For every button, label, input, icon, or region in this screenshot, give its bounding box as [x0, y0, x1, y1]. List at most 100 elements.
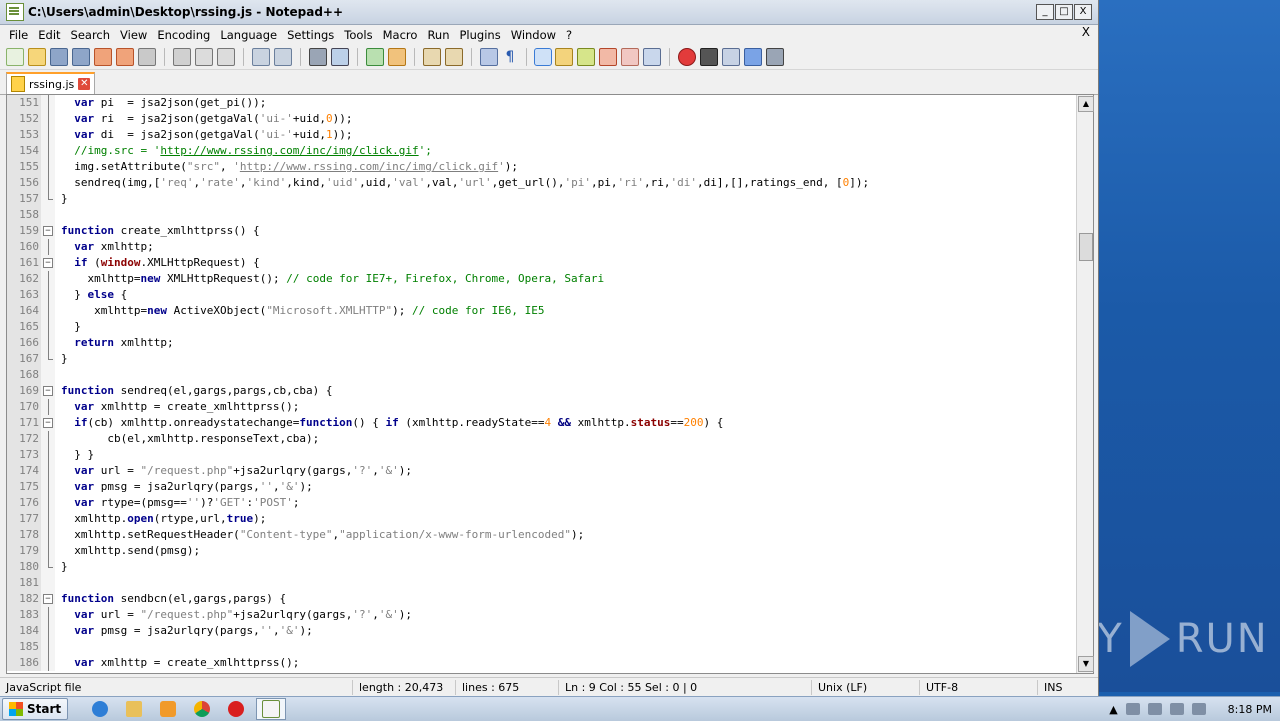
code-line[interactable]: 166 return xmlhttp;	[7, 335, 1077, 351]
fold-margin[interactable]: −	[41, 223, 55, 239]
network-icon[interactable]	[1147, 703, 1162, 715]
print-icon[interactable]	[138, 47, 156, 66]
code-text[interactable]: var xmlhttp = create_xmlhttprss();	[55, 399, 299, 415]
code-text[interactable]: img.setAttribute("src", 'http://www.rssi…	[55, 159, 518, 175]
code-line[interactable]: 186 var xmlhttp = create_xmlhttprss();	[7, 655, 1077, 671]
cut-icon[interactable]	[173, 47, 191, 66]
code-line[interactable]: 183 var url = "/request.php"+jsa2urlqry(…	[7, 607, 1077, 623]
vertical-scrollbar[interactable]: ▲ ▼	[1076, 95, 1094, 673]
code-line[interactable]: 179 xmlhttp.send(pmsg);	[7, 543, 1077, 559]
code-text[interactable]: xmlhttp=new ActiveXObject("Microsoft.XML…	[55, 303, 544, 319]
fold-toggle-icon[interactable]: −	[43, 386, 53, 396]
tray-expand-icon[interactable]: ▲	[1109, 703, 1117, 716]
code-text[interactable]: if(cb) xmlhttp.onreadystatechange=functi…	[55, 415, 723, 431]
code-text[interactable]: xmlhttp=new XMLHttpRequest(); // code fo…	[55, 271, 604, 287]
code-text[interactable]: }	[55, 351, 68, 367]
code-line[interactable]: 162 xmlhttp=new XMLHttpRequest(); // cod…	[7, 271, 1077, 287]
code-line[interactable]: 169− function sendreq(el,gargs,pargs,cb,c…	[7, 383, 1077, 399]
code-text[interactable]: var ri = jsa2json(getgaVal('ui-'+uid,0))…	[55, 111, 352, 127]
tray-app-icon[interactable]	[1125, 703, 1140, 715]
redo-icon[interactable]	[274, 47, 292, 66]
code-text[interactable]: var pmsg = jsa2urlqry(pargs,'','&');	[55, 479, 312, 495]
zoom-out-icon[interactable]	[388, 47, 406, 66]
undo-icon[interactable]	[252, 47, 270, 66]
title-bar[interactable]: C:\Users\admin\Desktop\rssing.js - Notep…	[0, 0, 1098, 25]
word-wrap-icon[interactable]	[480, 47, 498, 66]
menu-file[interactable]: File	[4, 28, 33, 42]
close-button[interactable]: X	[1074, 4, 1092, 20]
code-line[interactable]: 181	[7, 575, 1077, 591]
close-document-x[interactable]: X	[1082, 25, 1090, 39]
code-line[interactable]: 171− if(cb) xmlhttp.onreadystatechange=f…	[7, 415, 1077, 431]
close-icon[interactable]	[94, 47, 112, 66]
code-text[interactable]: var url = "/request.php"+jsa2urlqry(garg…	[55, 463, 412, 479]
fold-toggle-icon[interactable]: −	[43, 258, 53, 268]
scroll-up-icon[interactable]: ▲	[1078, 96, 1094, 112]
code-line[interactable]: 177 xmlhttp.open(rtype,url,true);	[7, 511, 1077, 527]
tab-close-icon[interactable]: ✕	[78, 78, 91, 90]
code-line[interactable]: 152 var ri = jsa2json(getgaVal('ui-'+uid…	[7, 111, 1077, 127]
code-text[interactable]: } }	[55, 447, 94, 463]
code-text[interactable]	[55, 367, 61, 383]
close-all-icon[interactable]	[116, 47, 134, 66]
stop-macro-icon[interactable]	[700, 47, 718, 66]
sync-h-icon[interactable]	[445, 47, 463, 66]
scroll-down-icon[interactable]: ▼	[1078, 656, 1094, 672]
menu-edit[interactable]: Edit	[33, 28, 65, 42]
code-text[interactable]: xmlhttp.setRequestHeader("Content-type",…	[55, 527, 584, 543]
code-text[interactable]: var pmsg = jsa2urlqry(pargs,'','&');	[55, 623, 312, 639]
code-lines[interactable]: 151 var pi = jsa2json(get_pi()); 152 var …	[7, 95, 1077, 673]
code-text[interactable]: //img.src = 'http://www.rssing.com/inc/i…	[55, 143, 432, 159]
code-line[interactable]: 157}	[7, 191, 1077, 207]
code-line[interactable]: 151 var pi = jsa2json(get_pi());	[7, 95, 1077, 111]
monitor-icon[interactable]	[643, 47, 661, 66]
code-text[interactable]	[55, 639, 61, 655]
taskbar-opera[interactable]	[222, 699, 250, 719]
status-eol[interactable]: Unix (LF)	[812, 680, 920, 695]
code-line[interactable]: 153 var di = jsa2json(getgaVal('ui-'+uid…	[7, 127, 1077, 143]
code-line[interactable]: 173 } }	[7, 447, 1077, 463]
scroll-thumb[interactable]	[1079, 233, 1093, 261]
menu-view[interactable]: View	[115, 28, 152, 42]
paste-icon[interactable]	[217, 47, 235, 66]
code-text[interactable]: var di = jsa2json(getgaVal('ui-'+uid,1))…	[55, 127, 352, 143]
menu-encoding[interactable]: Encoding	[152, 28, 215, 42]
code-text[interactable]: }	[55, 319, 81, 335]
menu-plugins[interactable]: Plugins	[455, 28, 506, 42]
function-list-icon[interactable]	[599, 47, 617, 66]
taskbar-notepadpp[interactable]	[256, 698, 287, 720]
code-line[interactable]: 176 var rtype=(pmsg=='')?'GET':'POST';	[7, 495, 1077, 511]
code-text[interactable]: function sendreq(el,gargs,pargs,cb,cba) …	[55, 383, 333, 399]
udl-icon[interactable]	[555, 47, 573, 66]
code-text[interactable]: var pi = jsa2json(get_pi());	[55, 95, 266, 111]
code-line[interactable]: 163 } else {	[7, 287, 1077, 303]
code-text[interactable]: return xmlhttp;	[55, 335, 173, 351]
volume-icon[interactable]	[1169, 703, 1184, 715]
code-line[interactable]: 174 var url = "/request.php"+jsa2urlqry(…	[7, 463, 1077, 479]
code-line[interactable]: 160 var xmlhttp;	[7, 239, 1077, 255]
start-button[interactable]: Start	[2, 698, 69, 720]
taskbar-explorer[interactable]	[120, 699, 148, 719]
code-line[interactable]: 168	[7, 367, 1077, 383]
save-macro-icon[interactable]	[766, 47, 784, 66]
code-text[interactable]: var rtype=(pmsg=='')?'GET':'POST';	[55, 495, 299, 511]
code-text[interactable]: }	[55, 191, 68, 207]
run-macro-multiple-icon[interactable]	[744, 47, 762, 66]
fold-toggle-icon[interactable]: −	[43, 594, 53, 604]
code-text[interactable]: cb(el,xmlhttp.responseText,cba);	[55, 431, 319, 447]
taskbar-media-player[interactable]	[154, 699, 182, 719]
code-text[interactable]	[55, 207, 61, 223]
action-center-flag-icon[interactable]	[1191, 703, 1206, 715]
fold-toggle-icon[interactable]: −	[43, 226, 53, 236]
code-line[interactable]: 184 var pmsg = jsa2urlqry(pargs,'','&');	[7, 623, 1077, 639]
code-text[interactable]: function create_xmlhttprss() {	[55, 223, 260, 239]
fold-margin[interactable]: −	[41, 255, 55, 271]
copy-icon[interactable]	[195, 47, 213, 66]
menu-run[interactable]: Run	[422, 28, 454, 42]
code-line[interactable]: 180}	[7, 559, 1077, 575]
replace-icon[interactable]	[331, 47, 349, 66]
open-icon[interactable]	[28, 47, 46, 66]
menu-macro[interactable]: Macro	[378, 28, 423, 42]
code-text[interactable]: var url = "/request.php"+jsa2urlqry(garg…	[55, 607, 412, 623]
menu-help[interactable]: ?	[561, 28, 577, 42]
